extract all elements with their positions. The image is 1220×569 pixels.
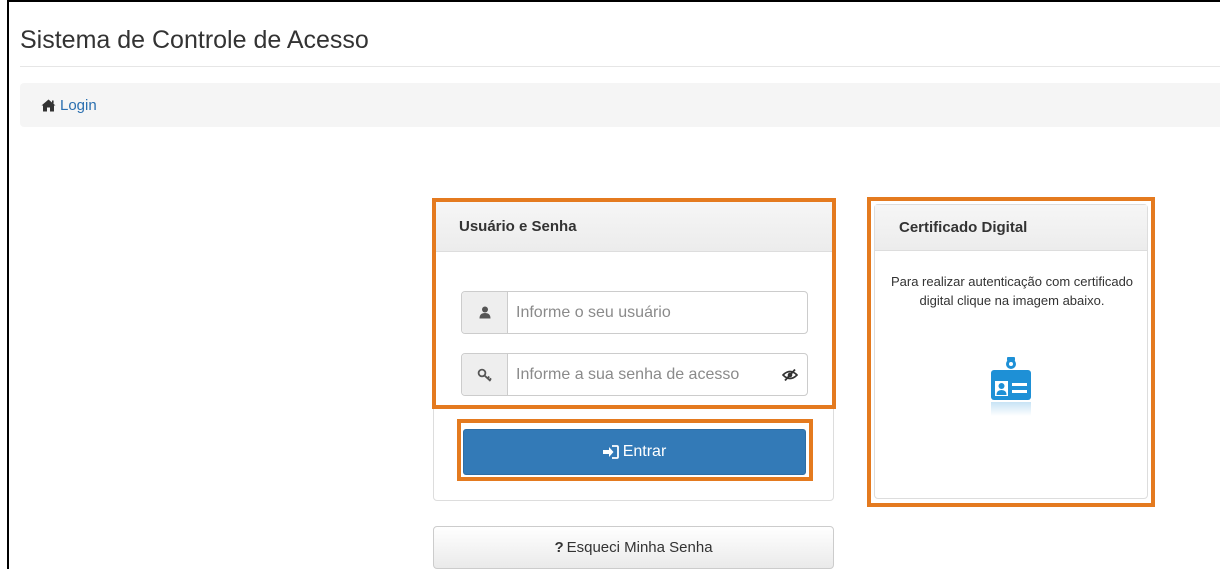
breadcrumb: Login	[20, 83, 1220, 127]
forgot-password-label: Esqueci Minha Senha	[566, 539, 713, 556]
home-icon	[41, 99, 56, 111]
password-input[interactable]	[508, 354, 773, 395]
certificate-panel: Certificado Digital Para realizar autent…	[874, 204, 1148, 499]
eye-slash-icon[interactable]	[773, 354, 807, 395]
question-icon: ?	[554, 539, 564, 556]
entrar-button[interactable]: Entrar	[463, 429, 806, 475]
id-card-icon[interactable]	[983, 355, 1039, 417]
username-input[interactable]	[508, 292, 807, 333]
password-input-group	[461, 353, 808, 396]
breadcrumb-login-link[interactable]: Login	[41, 97, 97, 114]
certificate-description: Para realizar autenticação com certifica…	[890, 274, 1134, 308]
breadcrumb-login-label: Login	[60, 96, 97, 114]
page-title: Sistema de Controle de Acesso	[20, 26, 369, 54]
entrar-label: Entrar	[622, 443, 667, 460]
forgot-password-button[interactable]: ? Esqueci Minha Senha	[433, 526, 834, 569]
certificate-panel-title: Certificado Digital	[875, 205, 1147, 251]
user-icon	[462, 292, 508, 333]
key-icon	[462, 354, 508, 395]
login-panel: Usuário e Senha Informe o seu usuário En…	[433, 200, 834, 501]
username-input-group	[461, 291, 808, 334]
login-panel-title: Usuário e Senha	[434, 201, 833, 252]
title-divider	[20, 66, 1220, 67]
sign-in-icon	[602, 445, 619, 459]
